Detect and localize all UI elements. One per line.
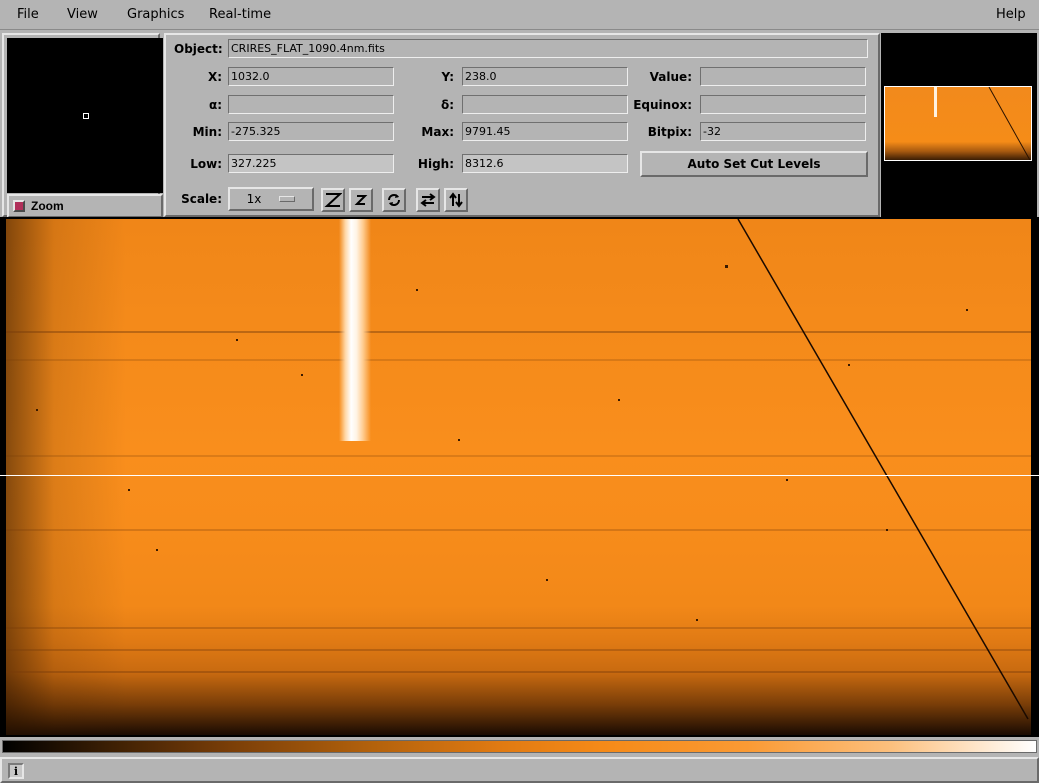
diagonal-line [737,219,1029,720]
colorbar[interactable] [2,740,1037,753]
object-field: CRIRES_FLAT_1090.4nm.fits [228,39,868,58]
scale-select-value: 1x [246,192,262,206]
bitpix-label: Bitpix: [647,125,692,139]
menu-view[interactable]: View [67,7,98,22]
zoom-in-icon [354,195,368,205]
value-label: Value: [649,70,692,84]
image-overlay [36,219,1029,720]
pan-thumbnail[interactable] [884,86,1032,161]
menu-file[interactable]: File [17,7,39,22]
menu-file-label: File [17,7,39,22]
max-label: Max: [421,125,454,139]
pan-panel[interactable] [881,33,1037,217]
menu-help[interactable]: Help [996,7,1026,22]
menu-graphics[interactable]: Graphics [127,7,184,22]
zoom-out-button[interactable] [321,188,345,212]
control-panel: Zoom Object: CRIRES_FLAT_1090.4nm.fits X… [0,31,1039,218]
flip-y-icon [449,192,463,208]
max-field: 9791.45 [462,122,628,141]
zoom-toggle-label: Zoom [31,199,64,213]
equinox-label: Equinox: [633,98,692,112]
menu-realtime-label: Real-time [209,7,272,22]
info-icon[interactable]: i [8,763,24,779]
pan-thumbnail-line [988,87,1031,160]
x-label: X: [207,70,222,84]
dec-label: δ: [440,98,454,112]
zoom-in-button[interactable] [349,188,373,212]
ra-field [228,95,394,114]
high-label: High: [417,157,454,171]
menu-realtime[interactable]: Real-time [209,7,271,22]
menu-help-label: Help [996,7,1026,22]
image-specks [36,265,968,621]
equinox-field [700,95,866,114]
colorbar-panel [0,737,1039,757]
scale-label: Scale: [181,192,222,206]
zoom-panel: Zoom [2,33,163,218]
cursor-crosshair-line [0,475,1039,476]
toggle-indicator-icon [13,200,25,212]
min-field: -275.325 [228,122,394,141]
menu-graphics-label: Graphics [127,7,185,22]
status-bar: i [0,757,1039,783]
low-input[interactable]: 327.225 [228,154,394,173]
zoom-toggle-button[interactable]: Zoom [7,194,163,218]
flip-x-icon [420,193,436,207]
min-label: Min: [192,125,222,139]
dec-field [462,95,628,114]
zoom-out-icon [324,193,342,207]
image-frame [0,217,1039,737]
image-display[interactable] [6,219,1031,735]
info-panel: Object: CRIRES_FLAT_1090.4nm.fits X: 103… [164,33,880,217]
high-input[interactable]: 8312.6 [462,154,628,173]
rotate-icon [388,194,400,206]
rotate-button[interactable] [382,188,406,212]
menu-view-label: View [67,7,98,22]
flip-x-button[interactable] [416,188,440,212]
value-field [700,67,866,86]
y-label: Y: [441,70,454,84]
flip-y-button[interactable] [444,188,468,212]
option-menu-indicator-icon [279,196,296,202]
bitpix-field: -32 [700,122,866,141]
y-field: 238.0 [462,67,628,86]
zoom-view[interactable] [7,38,163,193]
ra-label: α: [208,98,222,112]
scale-select[interactable]: 1x [228,187,314,211]
zoom-cursor-marker [83,113,89,119]
x-field: 1032.0 [228,67,394,86]
menubar: File View Graphics Real-time Help [0,0,1039,30]
auto-set-cut-levels-button[interactable]: Auto Set Cut Levels [640,151,868,177]
object-label: Object: [174,42,223,56]
low-label: Low: [190,157,222,171]
